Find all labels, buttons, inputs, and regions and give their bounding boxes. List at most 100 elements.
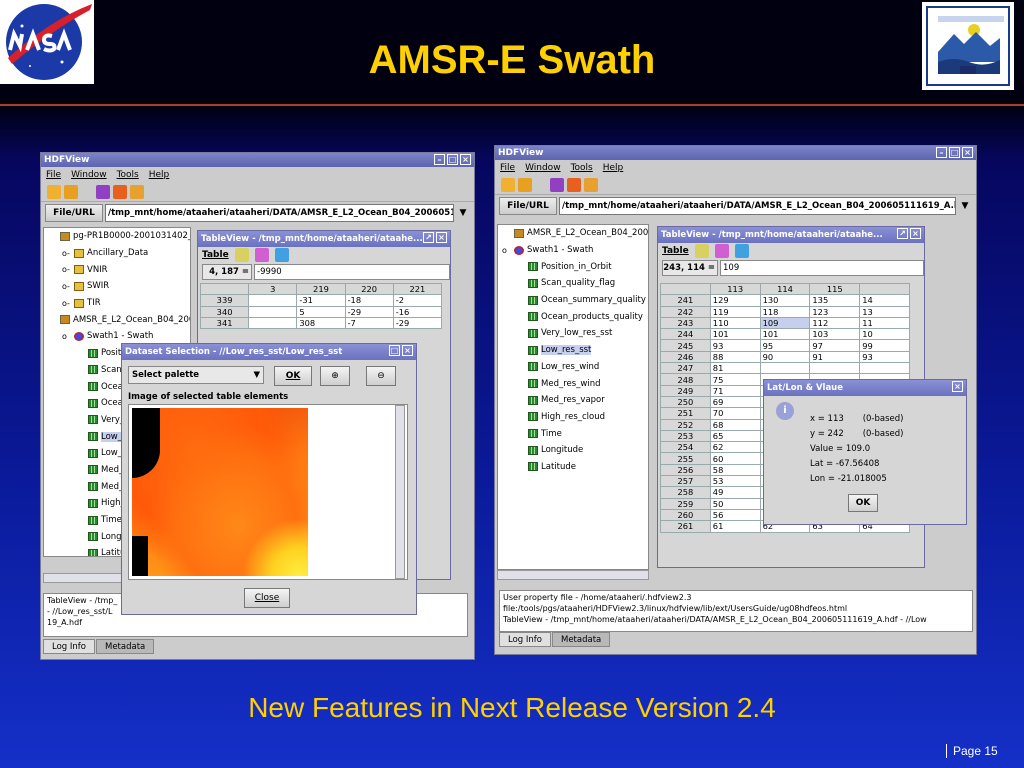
row-header[interactable]: 253 <box>660 429 711 443</box>
tree-node[interactable]: AMSR_E_L2_Ocean_B04_2006 <box>44 311 190 328</box>
tree-node[interactable]: pg-PR1B0000-2001031402_045 <box>44 228 190 245</box>
column-header[interactable] <box>859 282 910 296</box>
swath-image[interactable] <box>132 408 308 576</box>
table-cell[interactable]: 50 <box>709 497 761 510</box>
tree-node[interactable]: Longitude <box>498 442 648 459</box>
row-header[interactable]: 245 <box>660 339 711 352</box>
tree-node[interactable]: Very_low_res_sst <box>498 325 648 342</box>
table-cell[interactable]: 58 <box>709 463 761 477</box>
book-icon[interactable] <box>96 184 110 199</box>
row-header[interactable]: 248 <box>660 373 711 386</box>
menu-help[interactable]: Help <box>149 170 170 180</box>
table-cell[interactable]: 5 <box>296 305 346 318</box>
column-header[interactable]: 219 <box>296 282 346 296</box>
minimize-icon[interactable]: – <box>936 147 947 158</box>
tree-horizontal-scrollbar[interactable] <box>497 570 649 580</box>
tableview-titlebar[interactable]: TableView - /tmp_mnt/home/ataaheri/ataah… <box>198 231 450 247</box>
table-cell[interactable] <box>859 362 910 375</box>
row-header[interactable]: 261 <box>660 520 711 533</box>
expander-icon[interactable]: o <box>502 246 514 255</box>
table-cell[interactable] <box>759 362 811 375</box>
cell-value-input[interactable]: 109 <box>720 260 924 276</box>
table-cell[interactable]: -31 <box>296 294 346 307</box>
tree-node[interactable]: Scan_quality_flag <box>498 275 648 292</box>
table-cell[interactable]: 75 <box>709 373 761 386</box>
expander-icon[interactable]: o- <box>62 265 74 274</box>
row-header[interactable]: 251 <box>660 407 711 420</box>
menu-file[interactable]: File <box>46 170 61 180</box>
tree-node[interactable]: Med_res_vapor <box>498 392 648 409</box>
table-cell[interactable]: 99 <box>859 339 910 352</box>
dialog-titlebar[interactable]: Dataset Selection - //Low_res_sst/Low_re… <box>122 344 416 360</box>
table-cell[interactable] <box>248 305 298 318</box>
row-header[interactable]: 242 <box>660 305 711 318</box>
tree-node[interactable]: Ocean_products_quality <box>498 308 648 325</box>
tableview-titlebar[interactable]: TableView - /tmp_mnt/home/ataaheri/ataah… <box>658 227 924 243</box>
tree-node[interactable]: Latitude <box>498 459 648 476</box>
table-cell[interactable]: 61 <box>709 520 761 533</box>
close-icon[interactable]: × <box>962 147 973 158</box>
zoom-out-icon[interactable]: ⊖ <box>366 366 396 386</box>
tree-node[interactable]: AMSR_E_L2_Ocean_B04_2006 <box>498 225 648 242</box>
table-cell[interactable]: 53 <box>709 475 761 488</box>
maximize-icon[interactable]: □ <box>949 147 960 158</box>
table-cell[interactable]: 60 <box>709 452 761 465</box>
menu-window[interactable]: Window <box>525 163 561 173</box>
close-icon[interactable]: × <box>460 154 471 165</box>
open-file-icon[interactable] <box>47 184 61 199</box>
table-cell[interactable] <box>248 316 298 330</box>
users-guide-icon[interactable] <box>113 184 127 199</box>
table-menu[interactable]: Table <box>662 246 689 256</box>
restore-icon[interactable]: □ <box>389 345 400 356</box>
maximize-icon[interactable]: □ <box>447 154 458 165</box>
tree-node[interactable]: Low_res_sst <box>498 342 648 359</box>
table-cell[interactable]: 93 <box>859 350 910 364</box>
close-icon[interactable]: × <box>402 345 413 356</box>
row-header[interactable]: 250 <box>660 395 711 409</box>
image-icon[interactable] <box>274 248 289 262</box>
row-header[interactable]: 256 <box>660 463 711 477</box>
tree-node[interactable]: o- TIR <box>44 295 190 312</box>
tree-node[interactable]: o- SWIR <box>44 278 190 295</box>
row-header[interactable]: 243 <box>660 316 711 330</box>
chevron-down-icon[interactable]: ▼ <box>958 197 972 215</box>
table-cell[interactable]: 97 <box>809 339 861 352</box>
chart-icon[interactable] <box>234 248 249 262</box>
table-cell[interactable]: 101 <box>759 328 811 341</box>
table-cell[interactable]: 135 <box>809 294 861 307</box>
expander-icon[interactable]: o <box>62 332 74 341</box>
table-cell[interactable]: 56 <box>709 508 761 522</box>
expander-icon[interactable]: o- <box>62 282 74 291</box>
table-cell[interactable]: 70 <box>709 407 761 420</box>
table-cell[interactable]: 10 <box>859 328 910 341</box>
row-header[interactable]: 341 <box>199 316 250 330</box>
file-url-label[interactable]: File/URL <box>499 197 557 215</box>
row-header[interactable]: 252 <box>660 418 711 431</box>
close-icon[interactable]: × <box>910 228 921 239</box>
tab-log-info[interactable]: Log Info <box>499 632 551 647</box>
zoom-in-icon[interactable]: ⊕ <box>320 366 350 386</box>
tab-metadata[interactable]: Metadata <box>95 639 155 654</box>
window-titlebar[interactable]: HDFView – □ × <box>495 146 976 160</box>
palette-select[interactable]: Select palette ▼ <box>128 366 264 384</box>
table-cell[interactable]: 101 <box>709 328 761 341</box>
chart-icon[interactable] <box>694 244 709 258</box>
tree-node[interactable]: o- VNIR <box>44 261 190 278</box>
image-icon[interactable] <box>734 244 749 258</box>
table-cell[interactable]: 62 <box>709 441 761 454</box>
table-cell[interactable]: 123 <box>809 305 861 318</box>
help-icon[interactable] <box>130 184 144 199</box>
help-icon[interactable] <box>584 177 598 192</box>
table-cell[interactable]: 112 <box>809 316 861 330</box>
table-cell[interactable]: -16 <box>392 305 443 318</box>
tree-node[interactable]: High_res_cloud <box>498 409 648 426</box>
column-header[interactable]: 3 <box>248 282 298 296</box>
book-icon[interactable] <box>550 177 564 192</box>
table-cell[interactable]: 109 <box>759 316 811 330</box>
globe-icon[interactable] <box>254 248 269 262</box>
row-header[interactable]: 258 <box>660 486 711 499</box>
chevron-down-icon[interactable]: ▼ <box>456 204 470 222</box>
table-cell[interactable]: -7 <box>344 316 394 330</box>
table-cell[interactable]: 88 <box>709 350 761 364</box>
table-cell[interactable]: 49 <box>709 486 761 499</box>
